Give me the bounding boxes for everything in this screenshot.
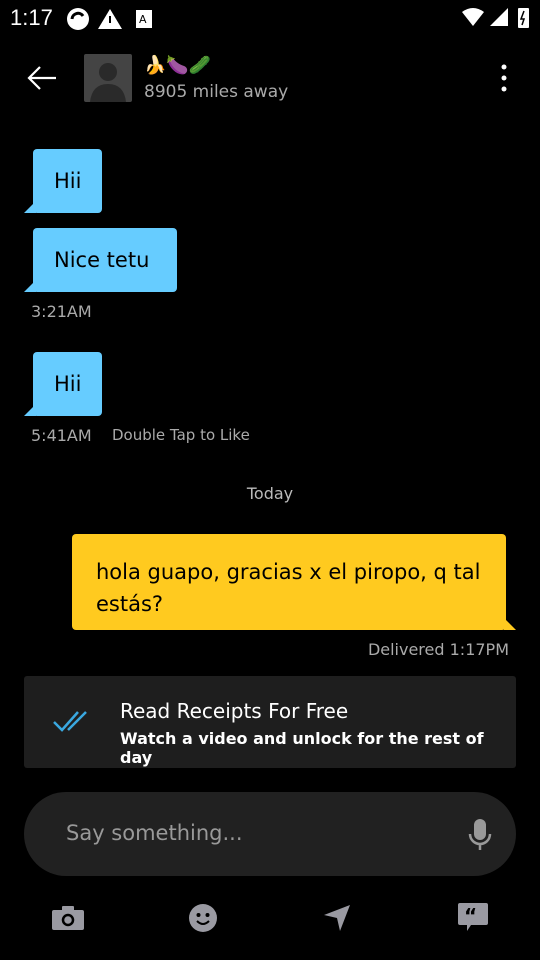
promo-title: Read Receipts For Free [120,699,349,723]
promo-subtitle: Watch a video and unlock for the rest of… [120,729,484,767]
smiley-icon [189,904,217,932]
double-tap-hint: Double Tap to Like [112,426,250,444]
camera-tab[interactable] [48,898,88,938]
svg-text:A: A [139,13,147,26]
contact-name[interactable]: 🍌🍆🥒 [144,55,211,76]
quote-bubble-icon: “ [458,903,488,931]
notification-icons: A [67,8,152,30]
message-time: 5:41AM [31,426,92,445]
status-bar: 1:17 A [0,0,540,36]
read-receipts-promo[interactable]: Read Receipts For Free Watch a video and… [24,676,516,768]
message-time: 3:21AM [31,302,92,321]
status-time: 1:17 [10,5,53,30]
quick-replies-tab[interactable]: “ [453,898,493,938]
message-bubble[interactable]: Hii [23,352,103,416]
delivery-status: Delivered 1:17PM [367,640,509,659]
microphone-icon[interactable] [468,818,492,852]
back-arrow-icon[interactable] [26,64,58,92]
location-tab[interactable] [317,898,357,938]
camera-icon [52,906,84,930]
avatar[interactable] [84,54,132,102]
message-placeholder: Say something... [66,821,243,845]
message-bubble[interactable]: Hii [23,149,103,213]
double-check-icon [53,711,87,732]
message-bubble[interactable]: Nice tetu [24,228,177,292]
contact-distance: 8905 miles away [144,82,289,102]
more-options-icon[interactable] [496,62,512,94]
location-arrow-icon [324,905,350,931]
my-message-bubble[interactable]: hola guapo, gracias x el piropo, q tal e… [72,534,516,630]
emoji-tab[interactable] [183,898,223,938]
date-divider: Today [246,484,294,503]
svg-text:“: “ [464,904,477,928]
system-icons [462,8,529,28]
message-input[interactable]: Say something... [24,792,516,876]
